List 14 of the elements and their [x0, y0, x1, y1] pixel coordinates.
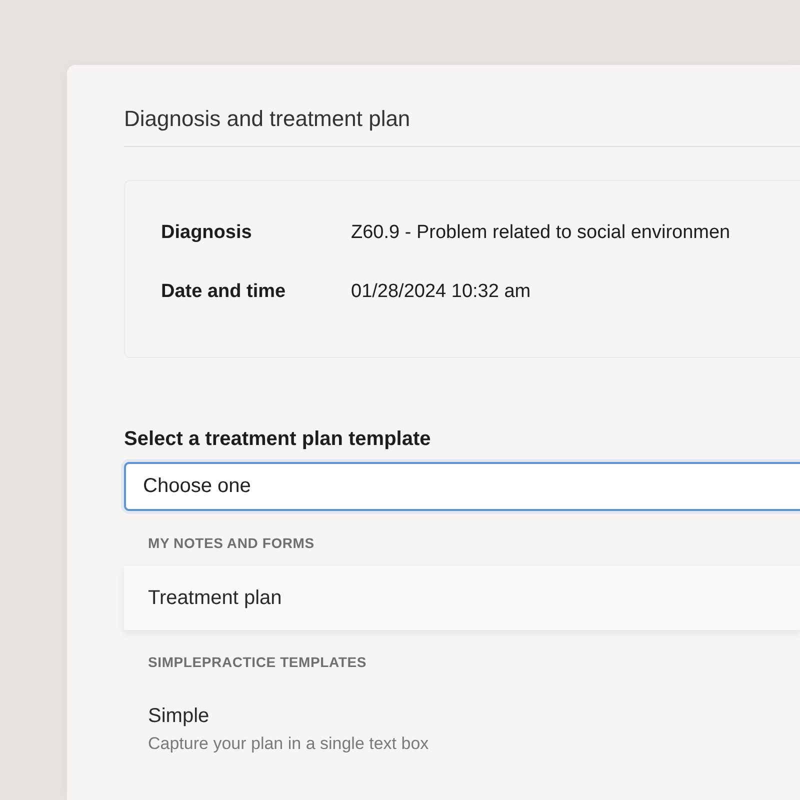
option-name: Simple: [148, 704, 210, 730]
detail-label: Date and time: [161, 280, 287, 304]
group-heading: SIMPLEPRACTICE TEMPLATES: [147, 653, 368, 672]
template-select-field[interactable]: Choose one: [124, 462, 800, 512]
detail-value: 01/28/2024 10:32 am: [351, 280, 531, 304]
page-title: Diagnosis and treatment plan: [124, 65, 800, 148]
group-heading: MY NOTES AND FORMS: [147, 534, 316, 554]
detail-value: Z60.9 - Problem related to social environmen: [351, 221, 730, 246]
option-name: Treatment plan: [148, 586, 282, 612]
option-item[interactable]: Treatment plan: [124, 566, 800, 630]
field-label: Select a treatment plan template: [124, 427, 432, 452]
option-description: Capture your plan in a single text box: [148, 733, 430, 756]
option-item[interactable]: Simple Capture your plan in a single text box: [124, 685, 800, 773]
detail-label: Diagnosis: [161, 221, 253, 246]
